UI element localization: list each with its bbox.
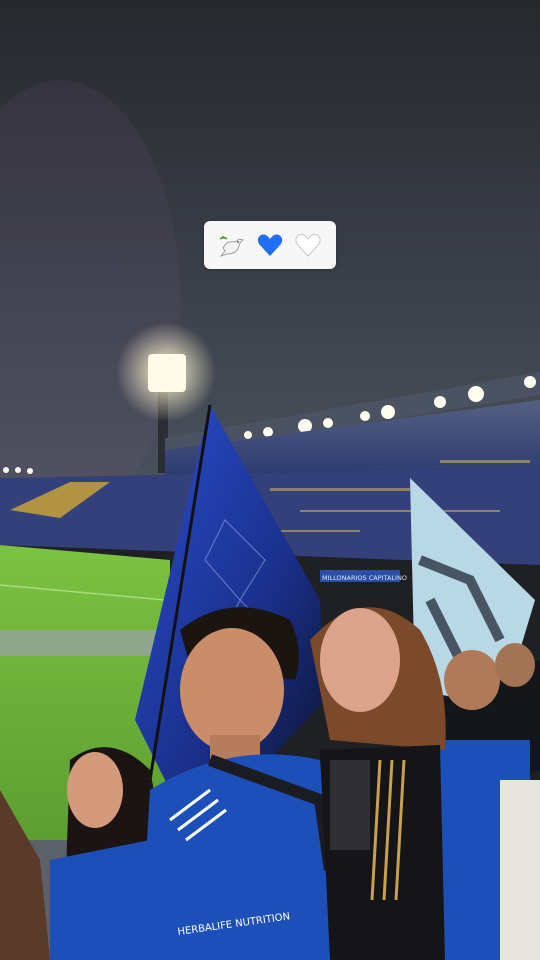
girl-center-face [320, 608, 400, 712]
fan-back-right [444, 650, 500, 710]
fan-far-right [495, 643, 535, 687]
girl-jersey-pattern [330, 760, 370, 850]
white-heart-icon [291, 228, 325, 262]
fan-right-edge [500, 780, 540, 960]
girl-left-face [67, 752, 123, 828]
dove-icon [215, 228, 249, 262]
floodlight-lamp [148, 354, 186, 392]
pitch-fence [0, 630, 160, 656]
blue-heart-icon [253, 228, 287, 262]
emoji-sticker[interactable] [204, 221, 336, 269]
stadium-ad-text: MILLONARIOS CAPITALINO [322, 574, 407, 582]
stadium-photo: MILLONARIOS CAPITALINO HERBALIFE NUTRITI… [0, 0, 540, 960]
boy-face [180, 628, 284, 752]
